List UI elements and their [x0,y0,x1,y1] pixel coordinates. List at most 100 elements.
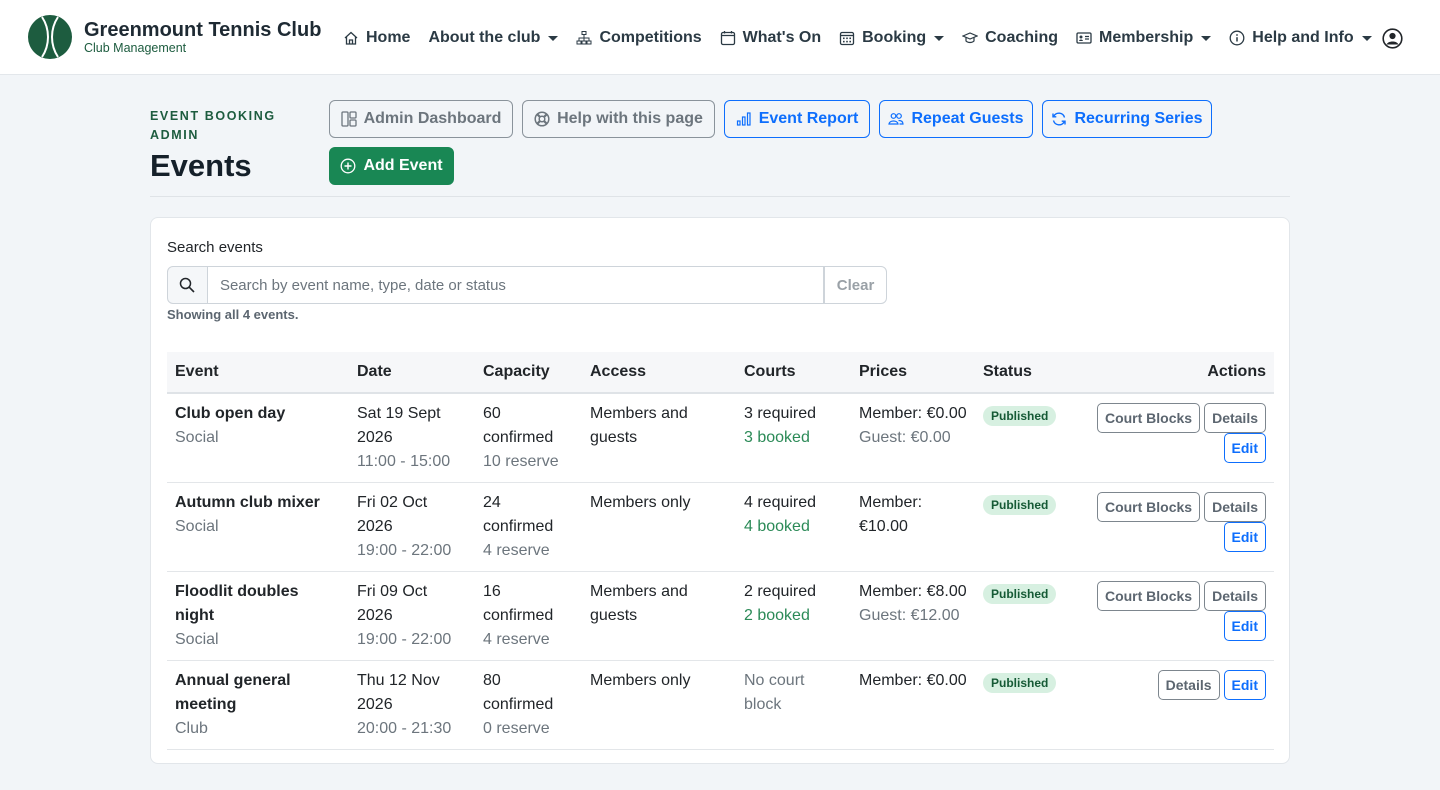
nav-whats-on[interactable]: What's On [720,29,821,47]
edit-button[interactable]: Edit [1223,669,1266,700]
caret-down-icon [934,35,945,41]
caret-down-icon [548,35,559,41]
courts-required: 2 required [744,582,817,600]
event-name: Autumn club mixer [175,493,320,511]
court-blocks-button[interactable]: Court Blocks [1096,491,1201,522]
capacity-reserve: 0 reserve [483,719,550,737]
caret-down-icon [1201,35,1212,41]
event-type: Social [175,429,219,446]
event-type: Club [175,719,208,737]
column-header-event[interactable]: Event [167,352,349,393]
details-button[interactable]: Details [1204,491,1266,522]
page-eyebrow: EVENT BOOKING ADMIN [150,109,276,142]
event-date: Thu 12 Nov 2026 [357,671,440,713]
table-row: Floodlit doubles night Social Fri 09 Oct… [167,571,1274,660]
add-event-label: Add Event [363,157,443,174]
price-member: Member: €0.00 [859,405,967,422]
events-card: Search events Clear Showing all 4 events… [150,217,1290,764]
top-navbar: Greenmount Tennis Club Club Management H… [0,0,1440,75]
admin-dashboard-button[interactable]: Admin Dashboard [329,100,513,138]
lifebuoy-icon [534,111,550,127]
event-report-label: Event Report [758,110,859,127]
brand-title: Greenmount Tennis Club [84,19,322,41]
search-input[interactable] [207,266,825,304]
recurring-series-label: Recurring Series [1074,110,1203,127]
repeat-guests-label: Repeat Guests [911,110,1024,127]
price-guest: Guest: €0.00 [859,429,951,446]
main-nav: Home About the club Competitions What's … [343,26,1390,50]
nav-membership-label: Membership [1099,29,1194,46]
add-event-button[interactable]: Add Event [329,147,454,185]
price-member: Member: €0.00 [859,671,967,689]
courts-required: 3 required [744,405,817,422]
nav-competitions-label: Competitions [599,29,702,46]
event-access: Members and guests [590,405,688,446]
table-header-row: Event Date Capacity Access Courts Prices… [167,352,1274,393]
nav-about[interactable]: About the club [428,29,559,47]
help-page-button[interactable]: Help with this page [522,100,715,138]
capacity-confirmed: 80 confirmed [483,671,554,713]
search-label: Search events [167,239,263,256]
nav-help-label: Help and Info [1252,29,1354,46]
nav-home[interactable]: Home [343,29,410,47]
search-icon [180,277,196,293]
table-row: Annual general meeting Club Thu 12 Nov 2… [167,660,1274,749]
event-report-button[interactable]: Event Report [724,100,870,138]
event-access: Members only [590,671,691,689]
nav-membership[interactable]: Membership [1076,29,1212,47]
calendar-grid-icon [839,31,855,46]
repeat-guests-button[interactable]: Repeat Guests [879,100,1033,138]
court-blocks-button[interactable]: Court Blocks [1096,580,1201,611]
nav-coaching-label: Coaching [985,29,1059,46]
courts-note: No court block [744,671,805,713]
details-button[interactable]: Details [1204,580,1266,611]
courts-booked: 3 booked [744,429,810,446]
user-account-icon[interactable] [1382,28,1403,49]
column-header-status[interactable]: Status [975,352,1085,393]
bar-chart-icon [736,112,751,126]
details-button[interactable]: Details [1157,669,1220,700]
status-badge: Published [983,672,1057,693]
column-header-date[interactable]: Date [349,352,475,393]
nav-booking[interactable]: Booking [839,29,945,47]
column-header-prices[interactable]: Prices [851,352,975,393]
clear-search-button[interactable]: Clear [824,266,887,304]
edit-button[interactable]: Edit [1223,433,1266,463]
event-name: Floodlit doubles night [175,582,299,624]
event-access: Members only [590,493,691,511]
nav-help[interactable]: Help and Info [1229,29,1372,47]
nav-coaching[interactable]: Coaching [962,29,1058,47]
home-icon [344,31,358,45]
column-header-capacity[interactable]: Capacity [475,352,582,393]
search-result-summary: Showing all 4 events. [167,307,299,322]
column-header-courts[interactable]: Courts [736,352,851,393]
help-page-label: Help with this page [557,110,703,127]
recurring-series-button[interactable]: Recurring Series [1042,100,1212,138]
status-badge: Published [983,406,1057,426]
event-date: Fri 09 Oct 2026 [357,582,428,624]
details-button[interactable]: Details [1204,403,1266,433]
edit-button[interactable]: Edit [1223,521,1266,552]
capacity-confirmed: 24 confirmed [483,493,554,535]
price-member: Member: €10.00 [859,493,923,535]
brand[interactable]: Greenmount Tennis Club Club Management [28,15,321,59]
refresh-icon [1052,112,1067,126]
tennis-ball-logo [28,15,72,59]
court-blocks-button[interactable]: Court Blocks [1096,403,1201,433]
column-header-access[interactable]: Access [582,352,736,393]
price-member: Member: €8.00 [859,582,967,600]
capacity-reserve: 4 reserve [483,541,550,559]
event-date: Fri 02 Oct 2026 [357,493,428,535]
page-title: Events [150,148,252,183]
nav-competitions[interactable]: Competitions [576,29,702,47]
capacity-reserve: 4 reserve [483,630,550,648]
event-date: Sat 19 Sept 2026 [357,405,441,446]
search-addon [167,266,208,304]
caret-down-icon [1361,35,1372,41]
table-row: Club open day Social Sat 19 Sept 2026 11… [167,393,1274,482]
sitemap-icon [576,31,592,45]
event-access: Members and guests [590,582,688,624]
courts-booked: 4 booked [744,517,810,535]
edit-button[interactable]: Edit [1223,610,1266,641]
people-icon [888,113,905,125]
